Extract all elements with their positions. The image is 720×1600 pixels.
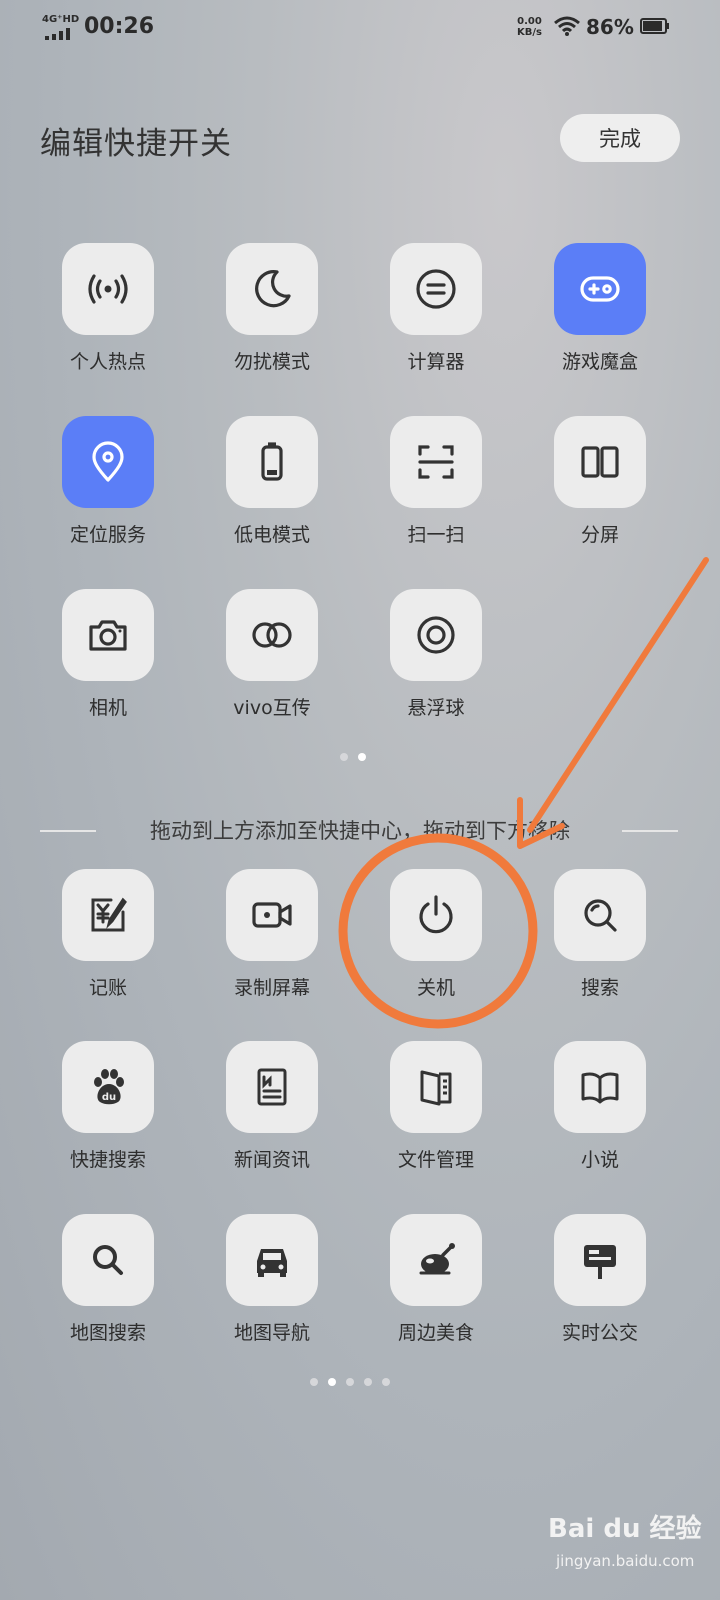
wifi-icon	[554, 16, 580, 36]
tile-location[interactable]: 定位服务	[44, 416, 174, 566]
moon-icon	[226, 243, 318, 335]
battery-icon	[226, 416, 318, 508]
split-screen-icon	[554, 416, 646, 508]
tile-map-navigation[interactable]: 地图导航	[208, 1214, 338, 1364]
tile-label: 实时公交	[561, 1322, 638, 1344]
tile-floating-ball[interactable]: 悬浮球	[372, 589, 502, 739]
tile-novel[interactable]: 小说	[536, 1041, 666, 1191]
battery-percent: 86%	[586, 15, 634, 39]
tile-label: 相机	[88, 697, 127, 719]
tile-hotspot[interactable]: 个人热点	[44, 243, 174, 393]
tile-label: 文件管理	[397, 1149, 474, 1171]
page-dot[interactable]	[346, 1378, 354, 1386]
tile-game-box[interactable]: 游戏魔盒	[536, 243, 666, 393]
network-type: 4G⁺HD	[42, 14, 80, 25]
page-dot-current[interactable]	[328, 1378, 336, 1386]
location-icon	[62, 416, 154, 508]
tile-label: 快捷搜索	[69, 1149, 146, 1171]
divider-left	[40, 830, 96, 832]
tile-file-manager[interactable]: 文件管理	[372, 1041, 502, 1191]
tile-label: 扫一扫	[407, 524, 465, 546]
tile-label: 关机	[416, 977, 455, 999]
tile-label: 勿扰模式	[233, 351, 310, 373]
bus-stop-icon	[554, 1214, 646, 1306]
tile-news[interactable]: 新闻资讯	[208, 1041, 338, 1191]
folder-icon	[390, 1041, 482, 1133]
net-speed: 0.00 KB/s	[517, 16, 542, 38]
tile-label: 周边美食	[397, 1322, 474, 1344]
tile-realtime-bus[interactable]: 实时公交	[536, 1214, 666, 1364]
tile-label: 新闻资讯	[233, 1149, 310, 1171]
page-dot[interactable]	[364, 1378, 372, 1386]
drag-hint: 拖动到上方添加至快捷中心，拖动到下方移除	[150, 819, 570, 843]
map-search-icon	[62, 1214, 154, 1306]
clock: 00:26	[84, 14, 155, 39]
food-icon	[390, 1214, 482, 1306]
tile-label: 定位服务	[69, 524, 146, 546]
done-button[interactable]: 完成	[560, 114, 680, 162]
signal-icon	[45, 28, 70, 40]
tile-label: 计算器	[407, 351, 465, 373]
tile-label: 游戏魔盒	[561, 351, 638, 373]
car-icon	[226, 1214, 318, 1306]
tile-label: 小说	[580, 1149, 619, 1171]
power-icon	[390, 869, 482, 961]
tile-do-not-disturb[interactable]: 勿扰模式	[208, 243, 338, 393]
tile-label: 分屏	[580, 524, 619, 546]
screen-record-icon	[226, 869, 318, 961]
hotspot-icon	[62, 243, 154, 335]
watermark-url: jingyan.baidu.com	[556, 1552, 695, 1570]
tile-bookkeeping[interactable]: 记账	[44, 869, 174, 1019]
watermark-brand: Bai du 经验	[548, 1514, 702, 1544]
page-dot[interactable]	[310, 1378, 318, 1386]
page-dot[interactable]	[382, 1378, 390, 1386]
tile-label: 记账	[88, 977, 127, 999]
tile-label: 地图搜索	[69, 1322, 146, 1344]
tile-label: 个人热点	[69, 351, 146, 373]
tile-calculator[interactable]: 计算器	[372, 243, 502, 393]
tile-power-off[interactable]: 关机	[372, 869, 502, 1019]
status-bar: 4G⁺HD 00:26 0.00 KB/s 86%	[0, 0, 720, 58]
page-dot[interactable]	[340, 753, 348, 761]
page-indicator-top	[340, 753, 366, 761]
tile-label: 地图导航	[233, 1322, 310, 1344]
tile-vivo-share[interactable]: vivo互传	[208, 589, 338, 739]
search-icon	[554, 869, 646, 961]
book-icon	[554, 1041, 646, 1133]
svg-text:du: du	[102, 1092, 116, 1103]
tile-label: 悬浮球	[407, 697, 465, 719]
tile-label: 低电模式	[233, 524, 310, 546]
bookkeeping-icon	[62, 869, 154, 961]
page-title: 编辑快捷开关	[40, 126, 232, 162]
tile-nearby-food[interactable]: 周边美食	[372, 1214, 502, 1364]
annotation-arrow-shaft	[527, 557, 709, 833]
share-link-icon	[226, 589, 318, 681]
tile-screen-record[interactable]: 录制屏幕	[208, 869, 338, 1019]
tile-map-search[interactable]: 地图搜索	[44, 1214, 174, 1364]
tile-camera[interactable]: 相机	[44, 589, 174, 739]
divider-right	[622, 830, 678, 832]
tile-scan[interactable]: 扫一扫	[372, 416, 502, 566]
floating-ball-icon	[390, 589, 482, 681]
tile-split-screen[interactable]: 分屏	[536, 416, 666, 566]
battery-status-icon	[640, 18, 669, 34]
gamepad-icon	[554, 243, 646, 335]
paw-icon: du	[62, 1041, 154, 1133]
calculator-icon	[390, 243, 482, 335]
tile-low-power[interactable]: 低电模式	[208, 416, 338, 566]
tile-label: 搜索	[580, 977, 619, 999]
tile-label: 录制屏幕	[233, 977, 310, 999]
scan-icon	[390, 416, 482, 508]
tile-label: vivo互传	[233, 697, 311, 719]
page-indicator-bottom	[310, 1378, 390, 1386]
tile-search[interactable]: 搜索	[536, 869, 666, 1019]
page-dot-current[interactable]	[358, 753, 366, 761]
camera-icon	[62, 589, 154, 681]
tile-quick-search[interactable]: du 快捷搜索	[44, 1041, 174, 1191]
news-icon	[226, 1041, 318, 1133]
